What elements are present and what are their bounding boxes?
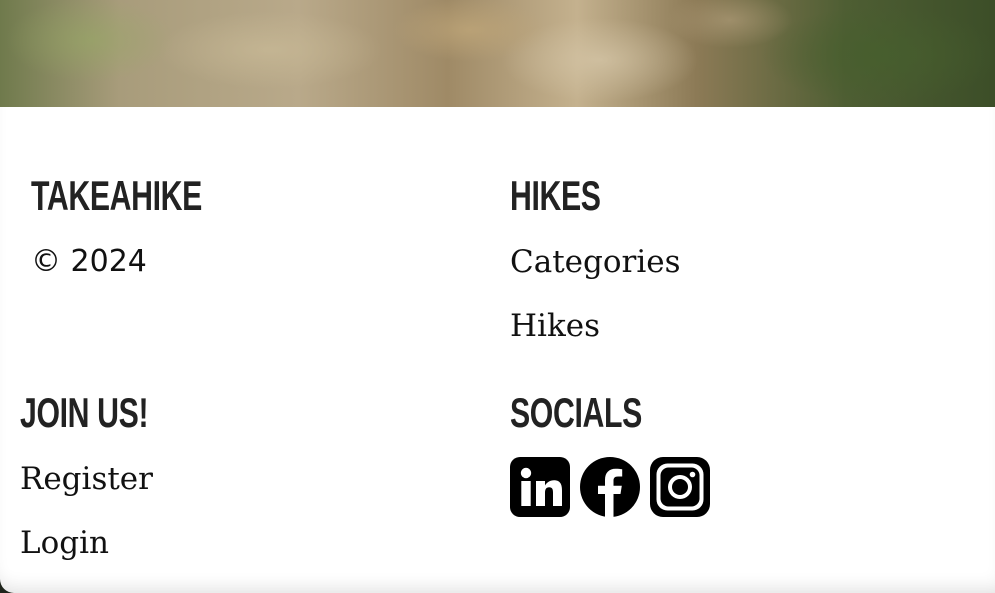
copyright-text: © 2024	[31, 244, 147, 279]
linkedin-icon[interactable]	[510, 457, 570, 517]
categories-link[interactable]: Categories	[510, 245, 681, 279]
facebook-icon[interactable]	[580, 457, 640, 517]
socials-heading: SOCIALS	[510, 389, 642, 436]
hikes-heading: HIKES	[510, 172, 601, 219]
brand-heading: TAKEAHIKE	[31, 172, 202, 219]
site-footer: TAKEAHIKE © 2024 HIKES Categories Hikes …	[0, 107, 995, 593]
social-icons	[510, 457, 710, 517]
login-link[interactable]: Login	[20, 526, 109, 560]
join-heading: JOIN US!	[20, 389, 149, 436]
hikes-link[interactable]: Hikes	[510, 309, 600, 343]
instagram-icon[interactable]	[650, 457, 710, 517]
register-link[interactable]: Register	[20, 462, 153, 496]
hero-image	[0, 0, 995, 107]
